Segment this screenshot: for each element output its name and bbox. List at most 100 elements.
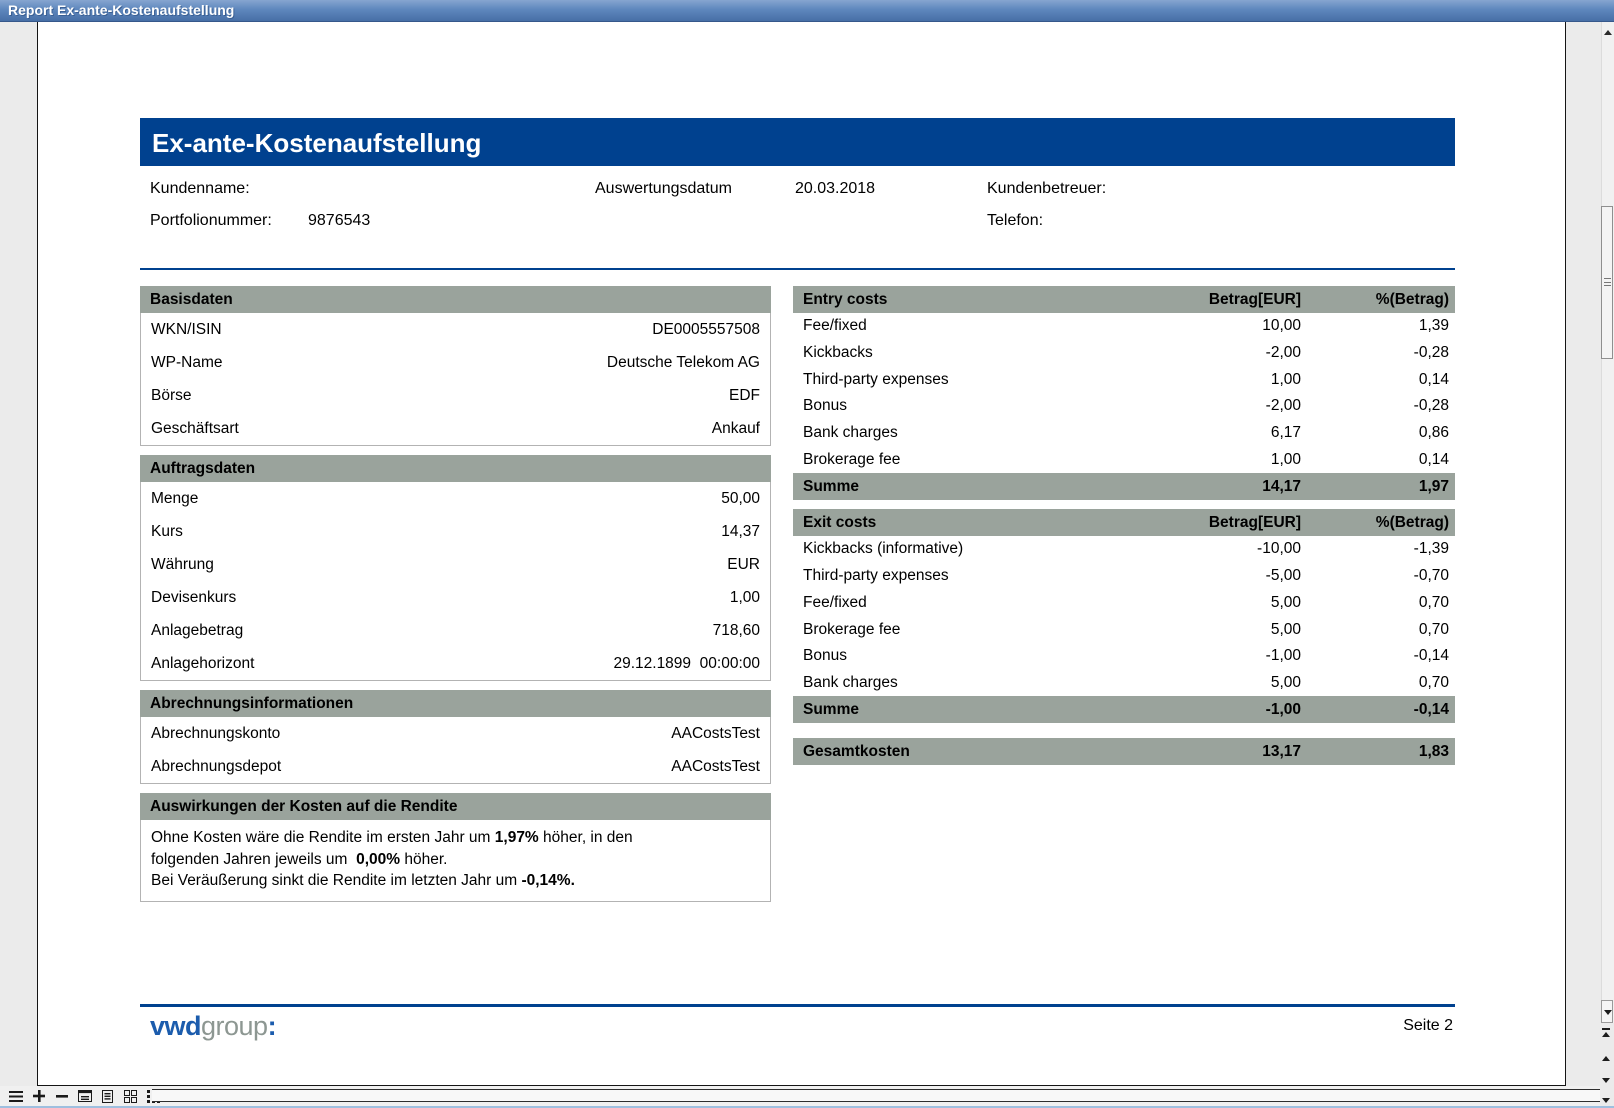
row-value: 14,37 — [721, 523, 760, 541]
row-betrag: 1,00 — [1131, 371, 1301, 389]
auftragsdaten-header: Auftragsdaten — [140, 455, 771, 482]
row-betrag: 5,00 — [1131, 674, 1301, 692]
auswirkungen-header: Auswirkungen der Kosten auf die Rendite — [140, 793, 771, 820]
row-pct: -0,28 — [1301, 344, 1455, 362]
table-row: Brokerage fee 5,00 0,70 — [793, 616, 1455, 643]
row-label: Währung — [151, 556, 214, 574]
impact-text: Ohne Kosten wäre die Rendite im ersten J… — [151, 829, 495, 846]
first-page-button[interactable] — [1602, 1028, 1614, 1042]
table-row: Third-party expenses 1,00 0,14 — [793, 366, 1455, 393]
multi-page-icon[interactable] — [123, 1089, 138, 1104]
row-pct: 0,14 — [1301, 451, 1455, 469]
horizontal-scrollbar[interactable] — [152, 1089, 1600, 1102]
row-value: DE0005557508 — [652, 321, 760, 339]
row-label: Bonus — [793, 647, 1131, 665]
table-row: Kickbacks -2,00 -0,28 — [793, 340, 1455, 367]
vwd-group-logo: vwdgroup: — [150, 1011, 276, 1042]
auswertungsdatum-value: 20.03.2018 — [795, 180, 875, 198]
impact-text: folgenden Jahren jeweils um — [151, 851, 356, 868]
telefon-label: Telefon: — [987, 212, 1043, 230]
last-page-button[interactable] — [1602, 1096, 1614, 1106]
logo-colon-text: : — [268, 1011, 277, 1041]
zoom-out-icon[interactable] — [54, 1089, 69, 1104]
row-label: Bonus — [793, 397, 1131, 415]
sum-label: Summe — [793, 701, 1131, 719]
row-value: 50,00 — [721, 490, 760, 508]
column-header-betrag: Betrag[EUR] — [1131, 514, 1301, 532]
left-column: Basisdaten WKN/ISIN DE0005557508 WP-Name… — [140, 286, 771, 902]
column-header-betrag: Betrag[EUR] — [1131, 291, 1301, 309]
scroll-up-icon[interactable] — [1604, 30, 1612, 35]
zoom-in-icon[interactable] — [31, 1089, 46, 1104]
impact-text: höher. — [400, 851, 447, 868]
table-row: Brokerage fee 1,00 0,14 — [793, 446, 1455, 473]
scroll-down-button[interactable] — [1601, 1000, 1613, 1023]
page-number: Seite 2 — [1403, 1017, 1453, 1035]
kundenbetreuer-label: Kundenbetreuer: — [987, 180, 1106, 198]
row-label: Börse — [151, 387, 192, 405]
row-label: Bank charges — [793, 424, 1131, 442]
row-label: WP-Name — [151, 354, 222, 372]
table-row: Anlagehorizont 29.12.1899 00:00:00 — [141, 647, 770, 680]
column-header-pct: %(Betrag) — [1301, 291, 1455, 309]
vertical-scrollbar-track[interactable] — [1601, 22, 1614, 1023]
page-structure-icon[interactable] — [77, 1089, 92, 1104]
vertical-scrollbar-thumb[interactable] — [1601, 206, 1613, 359]
horizontal-scrollbar-thumb[interactable] — [152, 1089, 1600, 1102]
row-label: Abrechnungskonto — [151, 725, 280, 743]
row-pct: -0,14 — [1301, 647, 1455, 665]
footer-divider-rule — [140, 1004, 1455, 1007]
next-page-button[interactable] — [1602, 1074, 1614, 1088]
row-label: Third-party expenses — [793, 371, 1131, 389]
row-pct: 1,39 — [1301, 317, 1455, 335]
row-label: Anlagebetrag — [151, 622, 243, 640]
vertical-scrollbar[interactable] — [1601, 22, 1614, 1106]
entry-costs-header: Entry costs Betrag[EUR] %(Betrag) — [793, 286, 1455, 313]
report-document: Ex-ante-Kostenaufstellung Kundenname: Au… — [140, 118, 1455, 1078]
exit-costs-table: Kickbacks (informative) -10,00 -1,39 Thi… — [793, 536, 1455, 696]
table-row: Fee/fixed 10,00 1,39 — [793, 313, 1455, 340]
sum-betrag: -1,00 — [1131, 701, 1301, 719]
report-viewer-window: Report Ex-ante-Kostenaufstellung Ex-ante… — [0, 0, 1614, 1108]
logo-group-text: group — [201, 1011, 268, 1041]
table-row: Devisenkurs 1,00 — [141, 581, 770, 614]
row-pct: -0,70 — [1301, 567, 1455, 585]
total-pct: 1,83 — [1301, 743, 1455, 761]
row-betrag: -10,00 — [1131, 540, 1301, 558]
kundenname-label: Kundenname: — [150, 180, 250, 198]
single-page-icon[interactable] — [100, 1089, 115, 1104]
row-label: Brokerage fee — [793, 621, 1131, 639]
table-row: WKN/ISIN DE0005557508 — [141, 313, 770, 346]
titlebar[interactable]: Report Ex-ante-Kostenaufstellung — [0, 0, 1614, 22]
row-label: Geschäftsart — [151, 420, 239, 438]
window-title: Report Ex-ante-Kostenaufstellung — [8, 2, 234, 18]
logo-vwd-text: vwd — [150, 1011, 201, 1041]
first-page-icon — [1602, 1032, 1610, 1037]
table-row: Geschäftsart Ankauf — [141, 412, 770, 445]
gesamtkosten-row: Gesamtkosten 13,17 1,83 — [793, 738, 1455, 765]
total-label: Gesamtkosten — [793, 743, 1131, 761]
sum-label: Summe — [793, 478, 1131, 496]
row-pct: 0,70 — [1301, 674, 1455, 692]
row-label: Menge — [151, 490, 198, 508]
table-row: Menge 50,00 — [141, 482, 770, 515]
menu-icon[interactable] — [8, 1089, 23, 1104]
right-column: Entry costs Betrag[EUR] %(Betrag) Fee/fi… — [793, 286, 1455, 765]
table-row: Bank charges 6,17 0,86 — [793, 420, 1455, 447]
table-row: Abrechnungsdepot AACostsTest — [141, 750, 770, 783]
impact-value: 1,97% — [495, 829, 539, 846]
abrechnungsinformationen-header: Abrechnungsinformationen — [140, 690, 771, 717]
row-betrag: 1,00 — [1131, 451, 1301, 469]
report-title-band: Ex-ante-Kostenaufstellung — [140, 118, 1455, 166]
table-row: Third-party expenses -5,00 -0,70 — [793, 563, 1455, 590]
row-betrag: -5,00 — [1131, 567, 1301, 585]
sum-pct: 1,97 — [1301, 478, 1455, 496]
next-page-icon — [1602, 1078, 1610, 1083]
total-betrag: 13,17 — [1131, 743, 1301, 761]
top-divider-rule — [140, 268, 1455, 270]
row-pct: 0,14 — [1301, 371, 1455, 389]
row-label: Fee/fixed — [793, 594, 1131, 612]
table-row: Börse EDF — [141, 379, 770, 412]
previous-page-button[interactable] — [1602, 1052, 1614, 1066]
auswertungsdatum-label: Auswertungsdatum — [595, 180, 732, 198]
